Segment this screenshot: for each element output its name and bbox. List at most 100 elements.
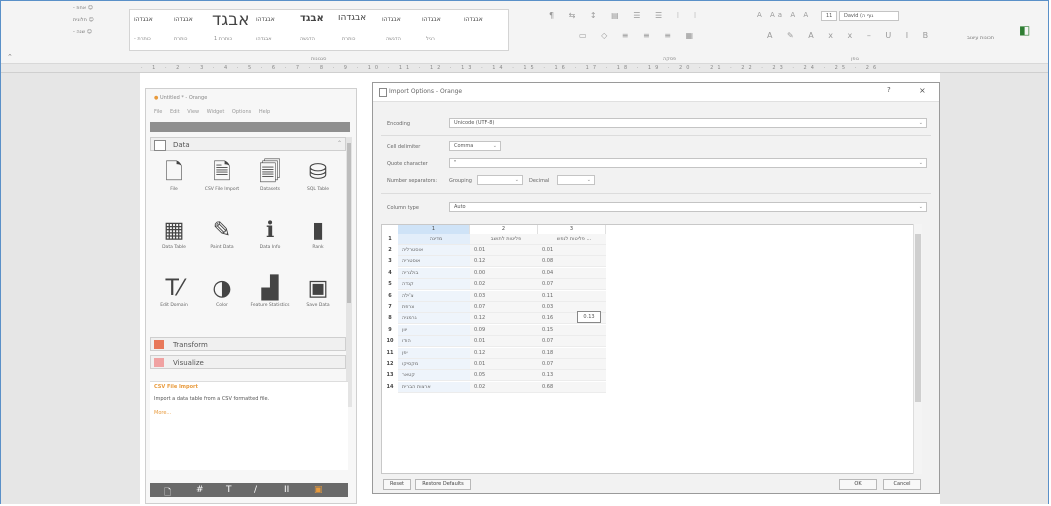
cancel-button[interactable]: Cancel xyxy=(883,479,921,490)
table-cell[interactable]: 0.08 xyxy=(538,256,606,268)
table-cell[interactable]: 0.00 xyxy=(470,267,538,279)
table-cell[interactable]: 0.01 xyxy=(470,336,538,348)
column-number-header[interactable]: 1 xyxy=(398,225,470,234)
widget-rank[interactable]: ▮ Rank xyxy=(294,219,342,251)
table-cell[interactable]: 0.11 xyxy=(538,290,606,302)
text-annotation-icon[interactable]: T xyxy=(226,485,232,495)
widget-save-data[interactable]: ▣ Save Data xyxy=(294,277,342,309)
paragraph-buttons[interactable]: ¶ ⇆ ↕ ▤ ☰ ☰ ⁝ ⁝ xyxy=(549,11,702,20)
menu-item[interactable]: View xyxy=(187,109,199,115)
table-cell[interactable]: 0.68 xyxy=(538,381,606,393)
table-cell[interactable]: 0.18 xyxy=(538,347,606,359)
table-cell[interactable]: 0.04 xyxy=(538,267,606,279)
help-button[interactable]: ? xyxy=(887,86,891,94)
widget-data-table[interactable]: ▦ Data Table xyxy=(150,219,198,251)
alignment-buttons[interactable]: ▭ ◇ ≡ ≡ ≡ ▦ xyxy=(579,31,699,40)
widget-datasets[interactable]: 🗐 Datasets xyxy=(246,161,294,193)
widget-data-info[interactable]: ℹ Data Info xyxy=(246,219,294,251)
widget-csv-import[interactable]: 🗎 CSV File Import xyxy=(198,161,246,193)
table-cell[interactable]: 0.07 xyxy=(470,302,538,313)
table-cell[interactable]: 0.01 xyxy=(470,245,538,256)
table-cell[interactable]: 0.12 xyxy=(470,313,538,325)
info-toggle-icon[interactable]: ▣ xyxy=(314,485,323,495)
widget-sql-table[interactable]: ⛁ SQL Table xyxy=(294,161,342,193)
ribbon-left-item[interactable]: חלונית ☺ xyxy=(73,17,94,23)
adobe-icon[interactable]: ◧ xyxy=(1019,23,1030,37)
table-cell[interactable]: צ'ילה xyxy=(398,290,470,302)
table-cell[interactable]: קטאר xyxy=(398,370,470,382)
column-type-combo[interactable]: Auto ⌄ xyxy=(449,202,927,212)
style-item[interactable]: אבגדהו xyxy=(422,16,441,23)
menu-item[interactable]: Options xyxy=(232,109,251,115)
style-item[interactable]: אבגדהו xyxy=(382,16,401,23)
table-cell[interactable]: 0.03 xyxy=(470,290,538,302)
style-item[interactable]: אבגדהו xyxy=(464,16,483,23)
menu-item[interactable]: Widget xyxy=(207,109,225,115)
pause-icon[interactable]: II xyxy=(284,485,289,495)
table-cell[interactable]: 0.07 xyxy=(538,279,606,291)
quote-character-combo[interactable]: " ⌄ xyxy=(449,158,927,168)
cell-delimiter-combo[interactable]: Comma ⌄ xyxy=(449,141,501,151)
table-cell[interactable]: בולגריה xyxy=(398,267,470,279)
grouping-combo[interactable]: ⌄ xyxy=(477,175,523,185)
table-cell[interactable]: 0.02 xyxy=(470,279,538,291)
table-cell[interactable]: יוון xyxy=(398,324,470,336)
style-item[interactable]: אבגד xyxy=(212,10,249,30)
font-name-combo[interactable]: David (גוף ה xyxy=(839,11,899,21)
widget-feature-statistics[interactable]: ▟ Feature Statistics xyxy=(246,277,294,309)
table-cell[interactable]: 0.13 xyxy=(538,370,606,382)
column-number-header[interactable]: 3 xyxy=(538,225,606,234)
table-cell[interactable]: 0.01 xyxy=(538,245,606,256)
table-cell[interactable]: מקסיקו xyxy=(398,359,470,370)
ok-button[interactable]: OK xyxy=(839,479,877,490)
menu-item[interactable]: File xyxy=(154,109,162,115)
more-link[interactable]: More... xyxy=(154,410,171,416)
widget-file[interactable]: 🗋 File xyxy=(150,161,198,193)
table-cell[interactable]: 0.09 xyxy=(470,324,538,336)
table-cell[interactable]: קנדה xyxy=(398,279,470,291)
collapse-ribbon-icon[interactable]: ⌃ xyxy=(7,53,13,61)
ribbon-left-item[interactable]: - אחוז ☺ xyxy=(73,5,93,11)
widget-scrollbar[interactable] xyxy=(346,137,352,407)
table-cell[interactable]: אוסטריה xyxy=(398,256,470,268)
table-scrollbar[interactable] xyxy=(913,224,922,474)
category-transform[interactable]: Transform xyxy=(150,337,346,351)
styles-gallery[interactable]: אבגדהו אבגדהו אבגד אבגדהו אבגד אבגדהו אב… xyxy=(129,9,509,51)
arrow-annotation-icon[interactable]: / xyxy=(254,485,257,495)
table-cell[interactable]: אוסטרליה xyxy=(398,245,470,256)
font-color-buttons[interactable]: A ✎ A x x – U I B xyxy=(767,31,934,40)
table-cell[interactable]: הודו xyxy=(398,336,470,348)
table-cell[interactable]: 0.15 xyxy=(538,324,606,336)
table-cell[interactable]: 0.02 xyxy=(470,381,538,393)
table-cell[interactable]: גרמניה xyxy=(398,313,470,325)
table-cell[interactable]: 0.12 xyxy=(470,347,538,359)
column-number-header[interactable]: 2 xyxy=(470,225,538,234)
style-item[interactable]: אבגד xyxy=(300,13,324,24)
new-canvas-icon[interactable]: 🗋 xyxy=(164,485,171,501)
menu-item[interactable]: Edit xyxy=(170,109,180,115)
table-cell[interactable]: 0.01 xyxy=(470,359,538,370)
chevron-up-icon[interactable]: ⌃ xyxy=(337,140,342,147)
design-properties-label[interactable]: תכונות עיצוב xyxy=(967,35,994,41)
category-data[interactable]: Data ⌃ xyxy=(150,137,346,151)
table-cell[interactable]: 0.07 xyxy=(538,359,606,370)
menu-item[interactable]: Help xyxy=(259,109,270,115)
style-item[interactable]: אבגדהו xyxy=(256,16,275,23)
grid-icon[interactable]: # xyxy=(196,485,204,495)
widget-edit-domain[interactable]: T⁄ Edit Domain xyxy=(150,277,198,309)
preview-table[interactable]: 1 2 3 מדינה פליטות לתושב פליטות לנפש ... 1 2 אוס… xyxy=(381,224,921,474)
table-cell[interactable]: צרפת xyxy=(398,302,470,313)
close-button[interactable]: × xyxy=(919,86,926,95)
table-cell[interactable]: יפן xyxy=(398,347,470,359)
encoding-combo[interactable]: Unicode (UTF-8) ⌄ xyxy=(449,118,927,128)
table-cell[interactable]: ארצות הברית xyxy=(398,381,470,393)
reset-button[interactable]: Reset xyxy=(383,479,411,490)
font-size-combo[interactable]: 11 xyxy=(821,11,837,21)
restore-defaults-button[interactable]: Restore Defaults xyxy=(415,479,471,490)
category-visualize[interactable]: Visualize xyxy=(150,355,346,369)
style-item[interactable]: אבגדהו xyxy=(338,13,366,23)
ribbon-left-item[interactable]: - שנה ☺ xyxy=(73,29,92,35)
table-cell[interactable]: 0.05 xyxy=(470,370,538,382)
style-item[interactable]: אבגדהו xyxy=(134,16,153,23)
table-cell[interactable]: 0.12 xyxy=(470,256,538,268)
